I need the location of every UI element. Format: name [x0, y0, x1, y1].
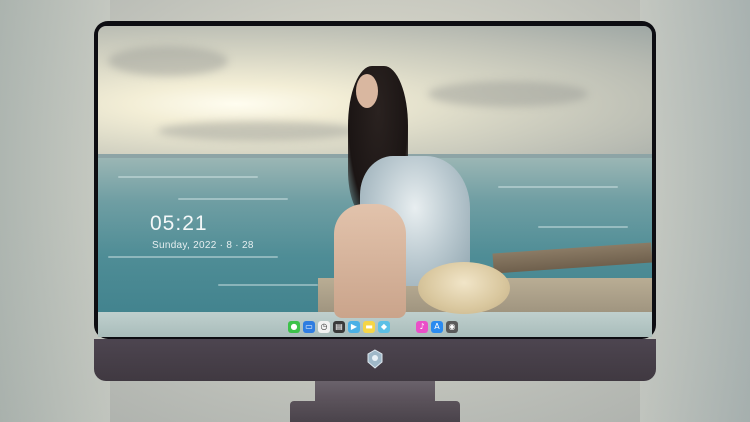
- background-blur-right: [640, 0, 750, 422]
- lockscreen-time: 05:21: [150, 212, 208, 235]
- wallpaper-cloud: [428, 81, 588, 107]
- clock-icon[interactable]: ◷: [318, 320, 330, 333]
- desktop-screen[interactable]: 05:21 Sunday, 2022 · 8 · 28 ● ▭ ◷ ▤ ▶ ▬ ◆ ♪ A ◉: [98, 26, 652, 337]
- wave: [178, 198, 288, 200]
- dock: ● ▭ ◷ ▤ ▶ ▬ ◆ ♪ A ◉: [288, 319, 458, 334]
- wave: [118, 176, 258, 178]
- wave: [108, 256, 278, 258]
- wave: [218, 284, 318, 286]
- monitor-stand-neck: [315, 381, 435, 403]
- messages-icon[interactable]: ●: [288, 320, 300, 333]
- photos-icon[interactable]: ◆: [378, 320, 390, 333]
- wallpaper-straw-hat: [418, 262, 510, 314]
- clapper-icon[interactable]: ▤: [333, 320, 345, 333]
- wave: [498, 186, 618, 188]
- music-icon[interactable]: ♪: [416, 320, 428, 333]
- monitor-stand-base: [290, 401, 460, 422]
- wallpaper-cloud: [108, 46, 228, 76]
- wallpaper-cloud: [158, 121, 358, 141]
- wallpaper-figure-legs: [334, 204, 406, 318]
- video-icon[interactable]: ▶: [348, 320, 360, 333]
- wallpaper-figure-face: [356, 74, 378, 108]
- files-icon[interactable]: ▭: [303, 320, 315, 333]
- lockscreen-date: Sunday, 2022 · 8 · 28: [152, 240, 254, 251]
- notes-icon[interactable]: ▬: [363, 320, 375, 333]
- camera-icon[interactable]: ◉: [446, 320, 458, 333]
- dock-spacer: [393, 321, 413, 333]
- wave: [538, 226, 628, 228]
- app-store-icon[interactable]: A: [431, 320, 443, 333]
- brand-logo-icon: [367, 349, 383, 369]
